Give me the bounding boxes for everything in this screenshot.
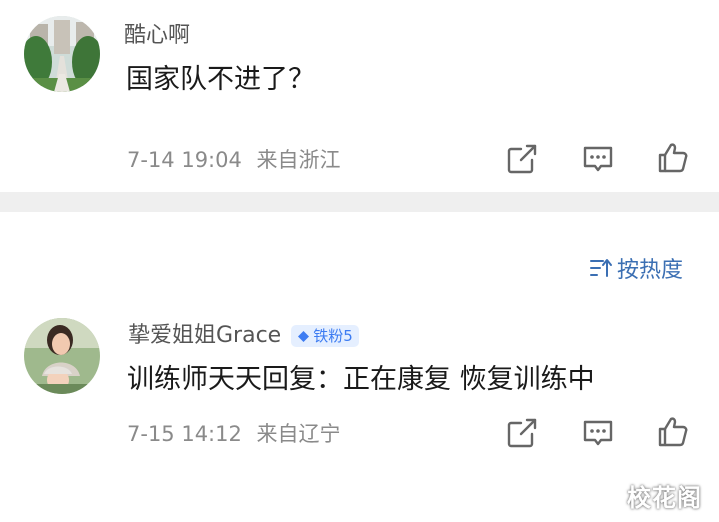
sort-by-hot-button[interactable]: 按热度 (589, 252, 683, 284)
fan-level-label: 铁粉5 (313, 327, 353, 345)
sort-icon (590, 259, 612, 277)
comment-meta: 7-14 19:04 来自浙江 (127, 146, 341, 174)
comment-icon[interactable] (581, 416, 615, 450)
like-icon[interactable] (656, 415, 690, 449)
comment-icon[interactable] (581, 142, 615, 176)
comment-time: 7-15 14:12 (127, 422, 242, 446)
comment-meta: 7-15 14:12 来自辽宁 (127, 420, 341, 448)
avatar-garden-image (24, 16, 100, 92)
comment-username-text[interactable]: 挚爱姐姐Grace (128, 322, 281, 350)
comment-text: 国家队不进了？ (126, 64, 315, 95)
diamond-icon (298, 330, 310, 342)
comment-time: 7-14 19:04 (127, 148, 242, 172)
avatar[interactable] (24, 16, 100, 92)
share-icon[interactable] (505, 142, 539, 176)
fan-level-badge[interactable]: 铁粉5 (291, 325, 359, 347)
avatar-photo-image (24, 318, 100, 394)
avatar[interactable] (24, 318, 100, 394)
comment-username: 挚爱姐姐Grace 铁粉5 (128, 322, 359, 350)
share-icon[interactable] (505, 416, 539, 450)
section-divider (0, 192, 719, 212)
like-icon[interactable] (656, 141, 690, 175)
comment-location: 来自辽宁 (256, 422, 341, 446)
comment-location: 来自浙江 (256, 148, 341, 172)
comment-username[interactable]: 酷心啊 (124, 22, 190, 50)
watermark: 校花阁 (627, 484, 702, 512)
sort-label: 按热度 (617, 258, 684, 283)
comment-text: 训练师天天回复：正在康复 恢复训练中 (127, 364, 595, 395)
